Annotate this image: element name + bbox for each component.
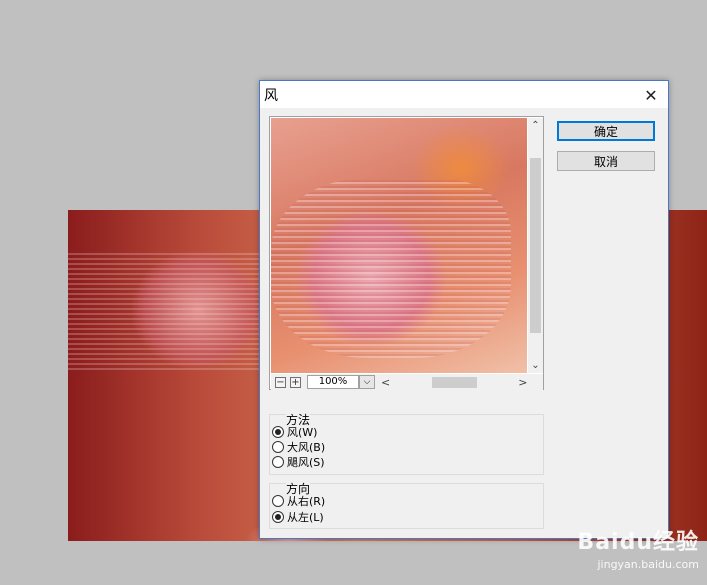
horizontal-scroll-track[interactable] xyxy=(394,376,514,388)
radio-icon[interactable] xyxy=(272,511,284,523)
direction-option-from-left[interactable]: 从左(L) xyxy=(272,509,324,525)
scroll-down-icon[interactable]: ⌄ xyxy=(528,358,543,373)
direction-option-label: 从左(L) xyxy=(287,511,324,524)
preview-panel: ⌃ ⌄ − + 100% ⌵ < > xyxy=(269,116,544,390)
scroll-up-icon[interactable]: ⌃ xyxy=(528,118,543,133)
zoom-out-button[interactable]: − xyxy=(275,376,286,388)
direction-group: 方向 从右(R) 从左(L) xyxy=(269,480,544,529)
preview-image[interactable] xyxy=(271,118,527,373)
radio-icon[interactable] xyxy=(272,495,284,507)
scroll-left-icon[interactable]: < xyxy=(381,376,390,389)
preview-vertical-scrollbar[interactable]: ⌃ ⌄ xyxy=(528,118,543,373)
horizontal-scroll-thumb[interactable] xyxy=(432,377,478,388)
direction-option-from-right[interactable]: 从右(R) xyxy=(272,493,325,509)
method-option-label: 风(W) xyxy=(287,426,318,439)
zoom-value-field[interactable]: 100% xyxy=(307,375,359,389)
method-option-stagger[interactable]: 飓风(S) xyxy=(272,454,325,470)
watermark-url: jingyan.baidu.com xyxy=(597,558,699,571)
method-option-label: 大风(B) xyxy=(287,441,326,454)
zoom-dropdown-icon[interactable]: ⌵ xyxy=(359,375,375,389)
zoom-bar: − + 100% ⌵ < > xyxy=(271,374,543,390)
radio-icon[interactable] xyxy=(272,426,284,438)
preview-wind-streaks xyxy=(271,178,511,358)
method-option-label: 飓风(S) xyxy=(287,456,325,469)
cancel-button[interactable]: 取消 xyxy=(557,151,655,171)
direction-option-label: 从右(R) xyxy=(287,495,326,508)
method-option-wind[interactable]: 风(W) xyxy=(272,424,317,440)
close-icon[interactable]: ✕ xyxy=(640,84,662,106)
canvas-wind-effect xyxy=(68,250,268,370)
radio-icon[interactable] xyxy=(272,441,284,453)
wind-filter-dialog: 风 ✕ ⌃ ⌄ − + 100% ⌵ < > 确定 取消 方法 风(W) 大风(… xyxy=(259,80,669,539)
ok-button[interactable]: 确定 xyxy=(557,121,655,141)
method-option-blast[interactable]: 大风(B) xyxy=(272,439,325,455)
dialog-title: 风 xyxy=(264,87,278,104)
zoom-in-button[interactable]: + xyxy=(290,376,301,388)
baidu-watermark: Baidu经验 jingyan.baidu.com xyxy=(577,524,699,571)
scroll-right-icon[interactable]: > xyxy=(518,376,527,389)
dialog-titlebar[interactable]: 风 ✕ xyxy=(260,81,668,108)
radio-icon[interactable] xyxy=(272,456,284,468)
vertical-scroll-thumb[interactable] xyxy=(530,158,541,333)
watermark-logo: Baidu经验 xyxy=(577,530,699,555)
method-group: 方法 风(W) 大风(B) 飓风(S) xyxy=(269,411,544,475)
